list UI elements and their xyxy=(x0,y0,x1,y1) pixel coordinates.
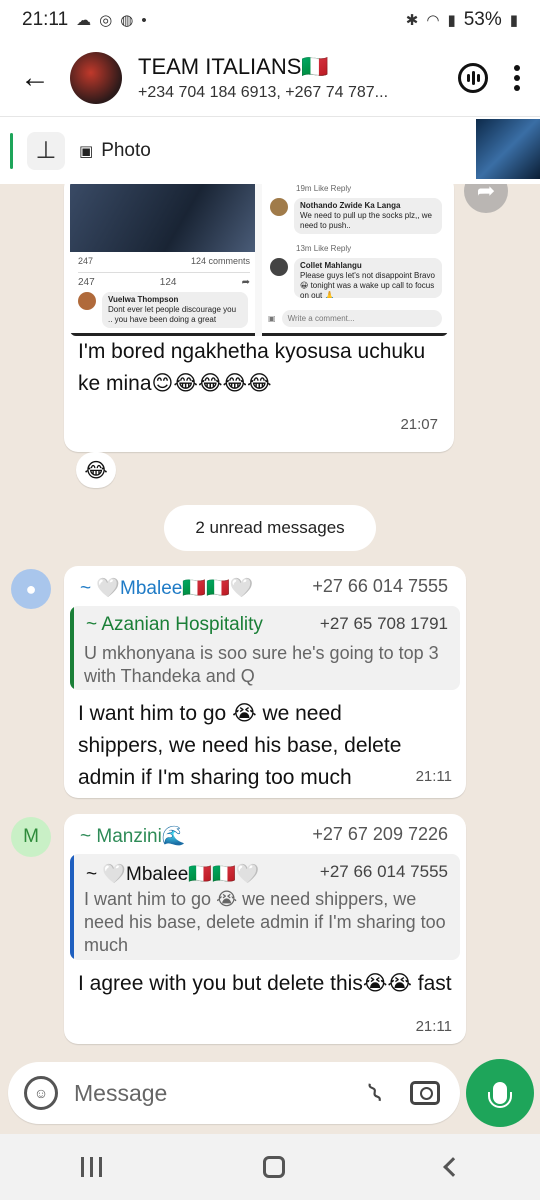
unread-messages-banner: 2 unread messages xyxy=(164,505,376,551)
message-text: I agree with you but delete this😭😭 fast xyxy=(78,972,452,995)
camera-icon[interactable] xyxy=(410,1081,440,1105)
message-time: 21:11 xyxy=(415,1018,452,1035)
comment-text: Dont ever let people discourage you .. y… xyxy=(108,305,237,324)
message-input[interactable] xyxy=(74,1079,314,1107)
commenter-avatar xyxy=(78,292,96,310)
system-back-icon[interactable] xyxy=(442,1157,463,1177)
like-count: 247 xyxy=(78,277,95,288)
commenter-avatar xyxy=(270,198,288,216)
commenter-avatar xyxy=(270,258,288,276)
home-icon[interactable] xyxy=(262,1156,285,1178)
recent-apps-icon[interactable] xyxy=(80,1157,102,1177)
screenshot-right-panel: 19m Like Reply Nothando Zwide Ka Langa W… xyxy=(262,184,448,336)
status-bar: 21:11 ☁ ◎ ◍ • ✱ ◠ ▮ 53% ▮ xyxy=(0,0,540,40)
post-comment: Collet Mahlangu Please guys let's not di… xyxy=(270,258,442,298)
group-members: +234 704 184 6913, +267 74 787... xyxy=(138,84,389,101)
chat-area[interactable]: 247 124 comments 247 124 ➦ Vuelwa Thomps… xyxy=(0,184,540,1060)
quoted-message[interactable]: ~ Azanian Hospitality +27 65 708 1791 U … xyxy=(70,606,460,690)
comment-count: 124 xyxy=(159,277,177,288)
system-nav-bar xyxy=(0,1134,540,1200)
message-composer: ☺ ⌇ xyxy=(8,1062,460,1124)
whatsapp-notification-icon: ◎ xyxy=(99,12,113,29)
screenshot-left-panel: 247 124 comments 247 124 ➦ Vuelwa Thomps… xyxy=(70,184,255,336)
commenter-name: Vuelwa Thompson xyxy=(108,295,179,304)
sender-avatar[interactable]: ● xyxy=(11,569,51,609)
post-comment: Nothando Zwide Ka Langa We need to pull … xyxy=(270,198,442,234)
comment-text: We need to pull up the socks plz,, we ne… xyxy=(300,211,432,230)
reaction-count: 247 xyxy=(78,256,94,266)
chat-header: ← TEAM ITALIANS🇮🇹 +234 704 184 6913, +26… xyxy=(0,40,540,116)
quoted-sender: ~ Azanian Hospitality xyxy=(86,614,263,635)
message-time: 21:07 xyxy=(400,416,438,433)
back-arrow-icon[interactable]: ← xyxy=(0,61,70,95)
person-icon: ● xyxy=(25,578,37,599)
commenter-name: Collet Mahlangu xyxy=(300,261,362,270)
battery-percent: 53% xyxy=(463,9,502,30)
app-notification-icon: ◍ xyxy=(120,12,134,29)
quote-bar xyxy=(70,854,74,960)
shared-screenshot[interactable]: 247 124 comments 247 124 ➦ Vuelwa Thomps… xyxy=(70,184,448,336)
battery-icon: ▮ xyxy=(509,12,518,29)
pin-icon[interactable]: ⊥ xyxy=(27,131,65,170)
write-comment-field: Write a comment... xyxy=(281,309,442,327)
voice-record-button[interactable] xyxy=(466,1059,534,1127)
sender-number[interactable]: +27 66 014 7555 xyxy=(312,576,448,597)
post-stats: 247 124 comments xyxy=(78,256,250,266)
image-message-bubble[interactable]: 247 124 comments 247 124 ➦ Vuelwa Thomps… xyxy=(64,184,454,452)
emoji-sticker-icon[interactable]: ☺ xyxy=(24,1076,58,1110)
sender-name[interactable]: ~ Manzini🌊 xyxy=(80,824,186,848)
pinned-label: ▣ Photo xyxy=(79,140,151,162)
comment-meta: 19m Like Reply xyxy=(296,184,352,193)
pinned-message-bar[interactable]: ⊥ ▣ Photo xyxy=(0,116,540,184)
image-icon: ▣ xyxy=(268,313,276,323)
write-comment-row: ▣ Write a comment... xyxy=(268,308,442,328)
group-title: TEAM ITALIANS🇮🇹 xyxy=(138,54,329,79)
wifi-icon: ◠ xyxy=(426,12,440,29)
forward-icon[interactable]: ➦ xyxy=(464,184,508,213)
avatar-letter: M xyxy=(23,826,39,847)
bluetooth-icon: ✱ xyxy=(405,12,419,29)
message-bubble[interactable]: ~ Manzini🌊 +27 67 209 7226 ~ 🤍Mbalee🇮🇹🇮🇹… xyxy=(64,814,466,1044)
voice-chat-icon[interactable] xyxy=(458,63,488,93)
message-time: 21:11 xyxy=(415,768,452,785)
quoted-number: +27 66 014 7555 xyxy=(319,862,448,881)
more-notifications-dot-icon: • xyxy=(141,11,147,29)
message-bubble[interactable]: ~ 🤍Mbalee🇮🇹🇮🇹🤍 +27 66 014 7555 ~ Azanian… xyxy=(64,566,466,798)
post-image xyxy=(70,184,255,252)
sender-number[interactable]: +27 67 209 7226 xyxy=(312,824,448,845)
pinned-indicator xyxy=(10,132,13,169)
post-actions: 247 124 ➦ xyxy=(78,272,250,288)
signal-icon: ▮ xyxy=(447,12,456,29)
photo-icon: ▣ xyxy=(79,142,94,160)
microphone-icon xyxy=(488,1082,512,1108)
quote-bar xyxy=(70,606,74,690)
post-comment: Vuelwa Thompson Dont ever let people dis… xyxy=(78,292,248,328)
comment-text: Please guys let's not disappoint Bravo 😀… xyxy=(300,271,435,298)
sender-name[interactable]: ~ 🤍Mbalee🇮🇹🇮🇹🤍 xyxy=(80,576,253,600)
chat-info[interactable]: TEAM ITALIANS🇮🇹 +234 704 184 6913, +267 … xyxy=(138,54,458,102)
quoted-message[interactable]: ~ 🤍Mbalee🇮🇹🇮🇹🤍 +27 66 014 7555 I want hi… xyxy=(70,854,460,960)
share-icon: ➦ xyxy=(241,277,250,288)
quoted-sender: ~ 🤍Mbalee🇮🇹🇮🇹🤍 xyxy=(86,864,260,885)
comment-meta: 13m Like Reply xyxy=(296,244,352,253)
comments-count: 124 comments xyxy=(190,256,250,266)
commenter-name: Nothando Zwide Ka Langa xyxy=(300,201,401,210)
pinned-thumbnail[interactable] xyxy=(476,119,540,179)
cloud-icon: ☁ xyxy=(76,12,92,29)
message-reaction[interactable]: 😂 xyxy=(76,452,116,488)
message-text: I want him to go 😭 we need shippers, we … xyxy=(78,702,402,789)
more-options-icon[interactable] xyxy=(514,65,520,91)
attachment-icon[interactable]: ⌇ xyxy=(362,1076,389,1109)
group-avatar[interactable] xyxy=(70,52,122,104)
quoted-text: I want him to go 😭 we need shippers, we … xyxy=(84,889,446,955)
message-text: I'm bored ngakhetha kyosusa uchuku ke mi… xyxy=(78,340,426,395)
quoted-number: +27 65 708 1791 xyxy=(319,614,448,633)
pinned-text: Photo xyxy=(101,139,151,161)
quoted-text: U mkhonyana is soo sure he's going to to… xyxy=(84,643,439,686)
status-time: 21:11 xyxy=(22,9,69,30)
sender-avatar[interactable]: M xyxy=(11,817,51,857)
